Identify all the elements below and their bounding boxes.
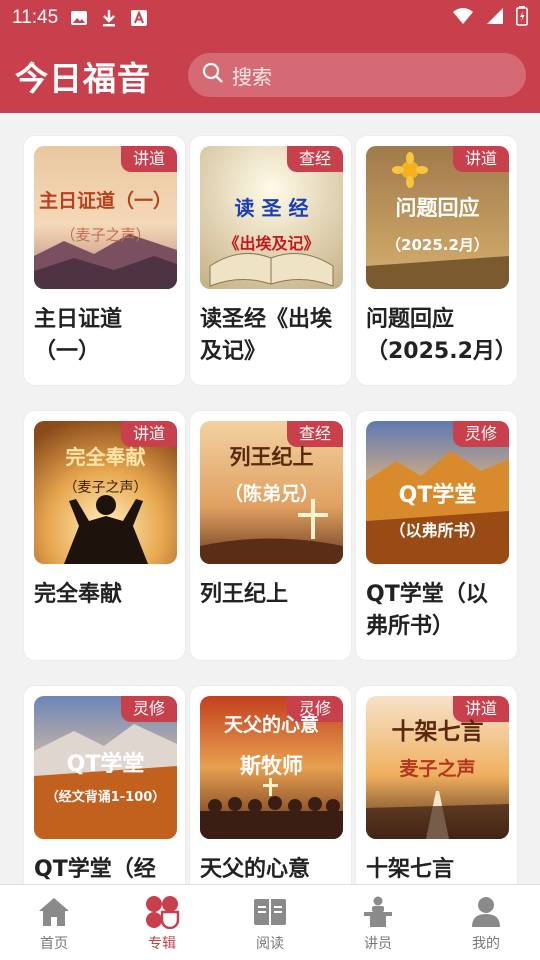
album-cover: 查经 列王纪上 （陈弟兄） bbox=[200, 421, 343, 564]
category-tag: 查经 bbox=[286, 146, 343, 172]
podium-icon bbox=[360, 895, 396, 929]
cover-title: QT学堂 bbox=[66, 752, 145, 777]
cover-title: 天父的心意 bbox=[223, 714, 319, 736]
cover-subtitle: 《出埃及记》 bbox=[223, 234, 320, 253]
nav-label: 讲员 bbox=[364, 936, 392, 952]
cover-subtitle: （麦子之声） bbox=[60, 226, 151, 244]
category-tag: 灵修 bbox=[452, 421, 509, 447]
nav-label: 我的 bbox=[472, 936, 500, 952]
album-cover: 讲道 十架七言 麦子之声 bbox=[366, 696, 509, 839]
cover-subtitle: （陈弟兄） bbox=[223, 483, 319, 505]
search-placeholder: 搜索 bbox=[232, 64, 272, 89]
home-icon bbox=[36, 895, 72, 929]
album-cover: 讲道 问题回应 （2025.2月） bbox=[366, 146, 509, 289]
app-header: 11:45 今日福音 搜索 bbox=[0, 0, 540, 113]
signal-icon bbox=[486, 7, 504, 29]
album-card[interactable]: 查经 列王纪上 （陈弟兄） 列王纪上 bbox=[189, 410, 352, 661]
album-cover: 讲道 完全奉献 （麦子之声） bbox=[34, 421, 177, 564]
notification-a-icon bbox=[130, 9, 148, 27]
cover-title: 问题回应 bbox=[395, 196, 480, 220]
wifi-icon bbox=[452, 7, 474, 29]
nav-item-home[interactable]: 首页 bbox=[0, 885, 108, 960]
cover-title: 主日证道（一） bbox=[38, 190, 172, 212]
category-tag: 讲道 bbox=[120, 146, 177, 172]
cover-subtitle: （麦子之声） bbox=[63, 480, 148, 496]
cover-title: QT学堂 bbox=[398, 483, 477, 508]
album-cover: 灵修 QT学堂 （以弗所书） bbox=[366, 421, 509, 564]
app-title: 今日福音 bbox=[15, 59, 151, 98]
person-icon bbox=[468, 895, 504, 929]
album-cover: 灵修 天父的心意 斯牧师 bbox=[200, 696, 343, 839]
book-icon bbox=[252, 895, 288, 929]
search-icon bbox=[202, 62, 224, 88]
album-title: 完全奉献 bbox=[34, 582, 123, 607]
album-title: QT学堂（以弗所书） bbox=[366, 582, 488, 639]
status-time: 11:45 bbox=[12, 7, 59, 28]
search-bar[interactable]: 搜索 bbox=[188, 53, 526, 97]
category-tag: 灵修 bbox=[120, 696, 177, 722]
cover-title: 读 圣 经 bbox=[234, 196, 309, 220]
album-card[interactable]: 讲道 问题回应 （2025.2月） 问题回应（2025.2月） bbox=[355, 135, 518, 386]
category-tag: 讲道 bbox=[452, 146, 509, 172]
album-card[interactable]: 讲道 主日证道（一） （麦子之声） 主日证道（一） bbox=[23, 135, 186, 386]
cover-subtitle: 麦子之声 bbox=[399, 758, 476, 780]
album-title: 十架七言 bbox=[366, 857, 455, 882]
nav-label: 阅读 bbox=[256, 936, 284, 952]
album-title: 主日证道（一） bbox=[34, 307, 123, 364]
album-card[interactable]: 讲道 完全奉献 （麦子之声） 完全奉献 bbox=[23, 410, 186, 661]
gallery-icon bbox=[70, 9, 88, 27]
cover-subtitle: 斯牧师 bbox=[240, 754, 303, 778]
cover-title: 列王纪上 bbox=[229, 445, 314, 469]
album-card[interactable]: 查经 读 圣 经 《出埃及记》 读圣经《出埃及记》 bbox=[189, 135, 352, 386]
cover-subtitle: （经文背诵1-100） bbox=[45, 790, 166, 805]
nav-label: 首页 bbox=[40, 936, 68, 952]
nav-item-read[interactable]: 阅读 bbox=[216, 885, 324, 960]
cover-title: 十架七言 bbox=[391, 719, 484, 745]
nav-label: 专辑 bbox=[148, 936, 176, 952]
nav-item-album[interactable]: 专辑 bbox=[108, 885, 216, 960]
album-cover: 灵修 QT学堂 （经文背诵1-100） bbox=[34, 696, 177, 839]
album-cover: 查经 读 圣 经 《出埃及记》 bbox=[200, 146, 343, 289]
album-title: 天父的心意 bbox=[200, 857, 311, 882]
cover-subtitle: （以弗所书） bbox=[389, 521, 486, 540]
album-title: 读圣经《出埃及记》 bbox=[200, 307, 333, 364]
download-icon bbox=[100, 9, 118, 27]
nav-item-speakers[interactable]: 讲员 bbox=[324, 885, 432, 960]
cover-subtitle: （2025.2月） bbox=[386, 236, 489, 254]
battery-icon bbox=[516, 6, 528, 30]
status-bar: 11:45 bbox=[0, 0, 540, 36]
nav-item-mine[interactable]: 我的 bbox=[432, 885, 540, 960]
album-card[interactable]: 灵修 QT学堂 （以弗所书） QT学堂（以弗所书） bbox=[355, 410, 518, 661]
album-title: 列王纪上 bbox=[200, 582, 289, 607]
bottom-nav: 首页 专辑 阅读 讲员 我的 bbox=[0, 884, 540, 960]
cover-title: 完全奉献 bbox=[65, 445, 146, 469]
album-title: 问题回应（2025.2月） bbox=[366, 307, 509, 364]
album-cover: 讲道 主日证道（一） （麦子之声） bbox=[34, 146, 177, 289]
album-icon bbox=[144, 895, 180, 929]
